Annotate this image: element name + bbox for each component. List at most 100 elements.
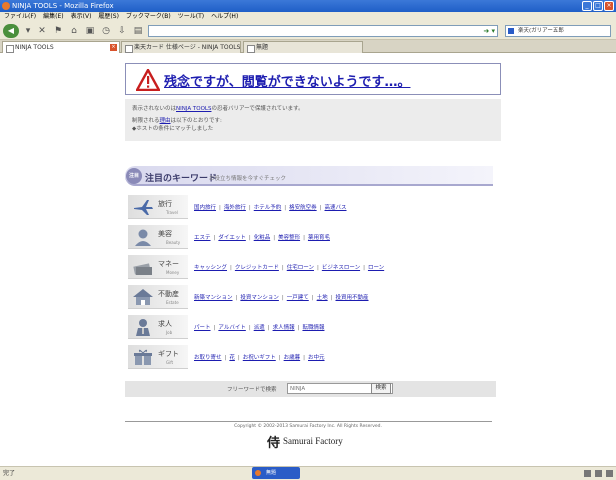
category-beauty: 美容 Beauty エステ | ダイエット | 化粧品 | 美容整形 | 薬用育毛 xyxy=(128,225,488,249)
keyword-link[interactable]: 一戸建て xyxy=(287,295,309,301)
ninja-tools-link[interactable]: NINJA TOOLS xyxy=(176,106,211,112)
keyword-link[interactable]: 国内旅行 xyxy=(194,205,216,211)
keyword-link[interactable]: お取り寄せ xyxy=(194,355,222,361)
keyword-link[interactable]: 転職情報 xyxy=(302,325,324,331)
money-icon xyxy=(133,263,152,275)
bookmark-icon[interactable]: ▣ xyxy=(84,25,96,37)
keyword-link[interactable]: ビジネスローン xyxy=(322,265,360,271)
keyword-link[interactable]: 投資用不動産 xyxy=(336,295,369,301)
page-icon[interactable]: ▤ xyxy=(132,25,144,37)
menu-bookmarks[interactable]: ブックマーク(B) xyxy=(126,12,171,22)
keyword-link[interactable]: パート xyxy=(194,325,211,331)
alert-title[interactable]: 残念ですが、閲覧ができないようです…。 xyxy=(164,71,410,90)
keyword-link[interactable]: ローン xyxy=(368,265,384,271)
keyword-link[interactable]: 化粧品 xyxy=(254,235,271,241)
category-label-box: マネー Money xyxy=(128,255,188,279)
keyword-link[interactable]: 住宅ローン xyxy=(287,265,314,271)
keyword-link[interactable]: 求人情報 xyxy=(273,325,295,331)
stop-icon[interactable]: ⚑ xyxy=(52,25,64,37)
category-english: Money xyxy=(166,270,180,275)
footer-divider xyxy=(125,421,492,422)
status-text: 完了 xyxy=(3,470,16,477)
window-title: NINJA TOOLS - Mozilla Firefox xyxy=(12,2,114,10)
keyword-link[interactable]: 新築マンション xyxy=(194,295,233,301)
tab-bar: NINJA TOOLS × 楽天カード 仕様ページ - NINJA TOOLS … xyxy=(0,40,616,53)
brand-name: Samurai Factory xyxy=(283,436,343,446)
history-icon[interactable]: ◷ xyxy=(100,25,112,37)
category-travel: 旅行 Travel 国内旅行 | 海外旅行 | ホテル予約 | 格安航空券 | 高速バス xyxy=(128,195,488,219)
keyword-link[interactable]: 土地 xyxy=(317,295,328,301)
go-arrow-icon[interactable]: ➜ ▾ xyxy=(483,26,495,36)
keyword-link[interactable]: 高速バス xyxy=(325,205,347,211)
maximize-button[interactable]: □ xyxy=(593,1,603,11)
category-name: マネー xyxy=(158,260,179,268)
tray-icon[interactable] xyxy=(606,470,613,477)
menu-help[interactable]: ヘルプ(H) xyxy=(211,12,238,22)
firefox-icon xyxy=(2,2,10,10)
keyword-link[interactable]: ダイエット xyxy=(218,235,245,241)
gift-icon xyxy=(134,349,152,365)
keyword-link[interactable]: キャッシング xyxy=(194,265,227,271)
keyword-link[interactable]: お祝いギフト xyxy=(243,355,276,361)
reason-link[interactable]: 理由 xyxy=(160,118,171,124)
info-line-1: 表示されないのはNINJA TOOLSの忍者バリアーで保護されています。 xyxy=(132,106,304,112)
menu-edit[interactable]: 編集(E) xyxy=(43,12,63,22)
minimize-button[interactable]: _ xyxy=(582,1,592,11)
keyword-title: 注目のキーワード xyxy=(145,174,218,184)
tab-ninja-tools[interactable]: NINJA TOOLS × xyxy=(2,41,120,53)
category-links: お取り寄せ | 花 | お祝いギフト | お歳暮 | お中元 xyxy=(194,355,325,361)
forward-dropdown-icon[interactable]: ▾ xyxy=(22,25,34,37)
keyword-link[interactable]: ホテル予約 xyxy=(254,205,282,211)
blocked-alert: 残念ですが、閲覧ができないようです…。 xyxy=(125,63,501,95)
house-icon xyxy=(133,289,153,305)
keyword-link[interactable]: 投資マンション xyxy=(240,295,279,301)
browser-search-input[interactable]: 楽天(ガリアー五郎 xyxy=(505,25,611,37)
search-button[interactable]: 検索 xyxy=(371,383,391,394)
url-input[interactable]: ➜ ▾ xyxy=(148,25,498,37)
airplane-icon xyxy=(134,200,153,215)
menu-tools[interactable]: ツール(T) xyxy=(178,12,204,22)
keyword-link[interactable]: 美容整形 xyxy=(278,235,300,241)
system-tray xyxy=(584,470,613,477)
keyword-link[interactable]: クレジットカード xyxy=(235,265,279,271)
keyword-link[interactable]: 派遣 xyxy=(254,325,265,331)
category-name: 美容 xyxy=(158,230,172,238)
tab-rakuten[interactable]: 楽天カード 仕様ページ - NINJA TOOLS xyxy=(121,41,241,53)
keyword-link[interactable]: 薬用育毛 xyxy=(308,235,330,241)
status-bar: 完了 xyxy=(0,466,616,480)
menu-history[interactable]: 履歴(S) xyxy=(98,12,119,22)
reload-stop-icon[interactable]: ✕ xyxy=(36,25,48,37)
keyword-link[interactable]: 花 xyxy=(229,355,235,361)
keyword-link[interactable]: 格安航空券 xyxy=(289,205,317,211)
tray-icon[interactable] xyxy=(584,470,591,477)
keyword-link[interactable]: お歳暮 xyxy=(284,355,301,361)
back-arrow-icon[interactable]: ◀ xyxy=(3,24,19,38)
keyword-link[interactable]: お中元 xyxy=(308,355,325,361)
samurai-factory-logo[interactable]: 侍 Samurai Factory xyxy=(267,433,343,451)
category-label-box: 求人 Job xyxy=(128,315,188,339)
tab-close-icon[interactable]: × xyxy=(110,44,117,51)
tab-untitled[interactable]: 無題 xyxy=(243,41,363,53)
keyword-header: 注目 注目のキーワード お役立ち情報を今すぐチェック xyxy=(125,166,493,186)
keyword-link[interactable]: エステ xyxy=(194,235,211,241)
keyword-link[interactable]: 海外旅行 xyxy=(224,205,246,211)
menu-view[interactable]: 表示(V) xyxy=(71,12,92,22)
keyword-link[interactable]: アルバイト xyxy=(218,325,245,331)
home-icon[interactable]: ⌂ xyxy=(68,25,80,37)
menu-file[interactable]: ファイル(F) xyxy=(4,12,36,22)
category-links: エステ | ダイエット | 化粧品 | 美容整形 | 薬用育毛 xyxy=(194,235,330,241)
category-links: 国内旅行 | 海外旅行 | ホテル予約 | 格安航空券 | 高速バス xyxy=(194,205,347,211)
warning-icon xyxy=(136,69,160,91)
freeword-search-bar: フリーワードで検索 検索 xyxy=(125,381,496,397)
close-button[interactable]: × xyxy=(604,1,614,11)
category-estate: 不動産 Estate 新築マンション | 投資マンション | 一戸建て | 土地 | 投資用不動… xyxy=(128,285,488,309)
category-english: Travel xyxy=(166,210,178,215)
person-icon xyxy=(135,229,151,246)
category-english: Estate xyxy=(166,300,179,305)
category-english: Beauty xyxy=(166,240,181,245)
category-label-box: 旅行 Travel xyxy=(128,195,188,219)
taskbar-item[interactable]: 無題 xyxy=(252,467,300,479)
download-icon[interactable]: ⇩ xyxy=(116,25,128,37)
search-label: フリーワードで検索 xyxy=(227,387,277,393)
tray-icon[interactable] xyxy=(595,470,602,477)
